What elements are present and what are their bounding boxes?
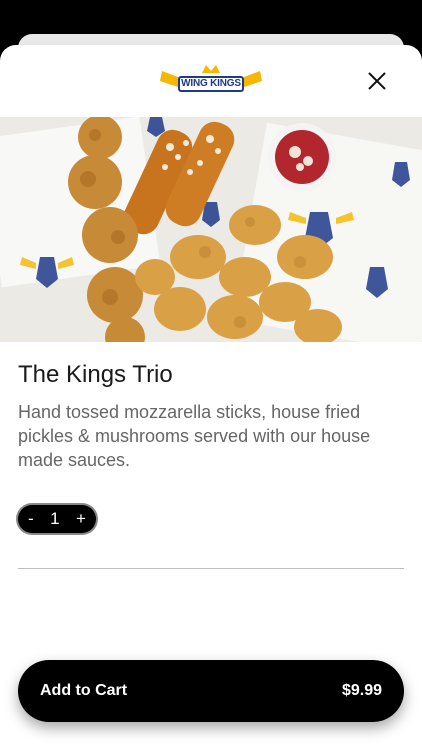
close-icon — [368, 72, 386, 90]
item-photo — [0, 117, 422, 342]
increment-button[interactable]: + — [76, 509, 86, 529]
logo-text: WING KINGS — [178, 76, 244, 92]
decrement-button[interactable]: - — [28, 509, 34, 529]
close-button[interactable] — [366, 70, 388, 92]
divider — [18, 568, 404, 569]
add-to-cart-button[interactable]: Add to Cart $9.99 — [18, 660, 404, 722]
wing-kings-logo: WING KINGS — [158, 63, 264, 101]
sheet-header: WING KINGS — [0, 45, 422, 117]
item-description: Hand tossed mozzarella sticks, house fri… — [18, 402, 371, 470]
add-to-cart-label: Add to Cart — [40, 682, 128, 699]
quantity-value: 1 — [50, 509, 60, 528]
item-title: The Kings Trio — [18, 361, 173, 388]
item-detail-sheet: WING KINGS The Kings Trio Hand tossed mo… — [0, 45, 422, 750]
cart-price: $9.99 — [341, 682, 382, 699]
quantity-stepper: - 1 + — [18, 505, 96, 533]
